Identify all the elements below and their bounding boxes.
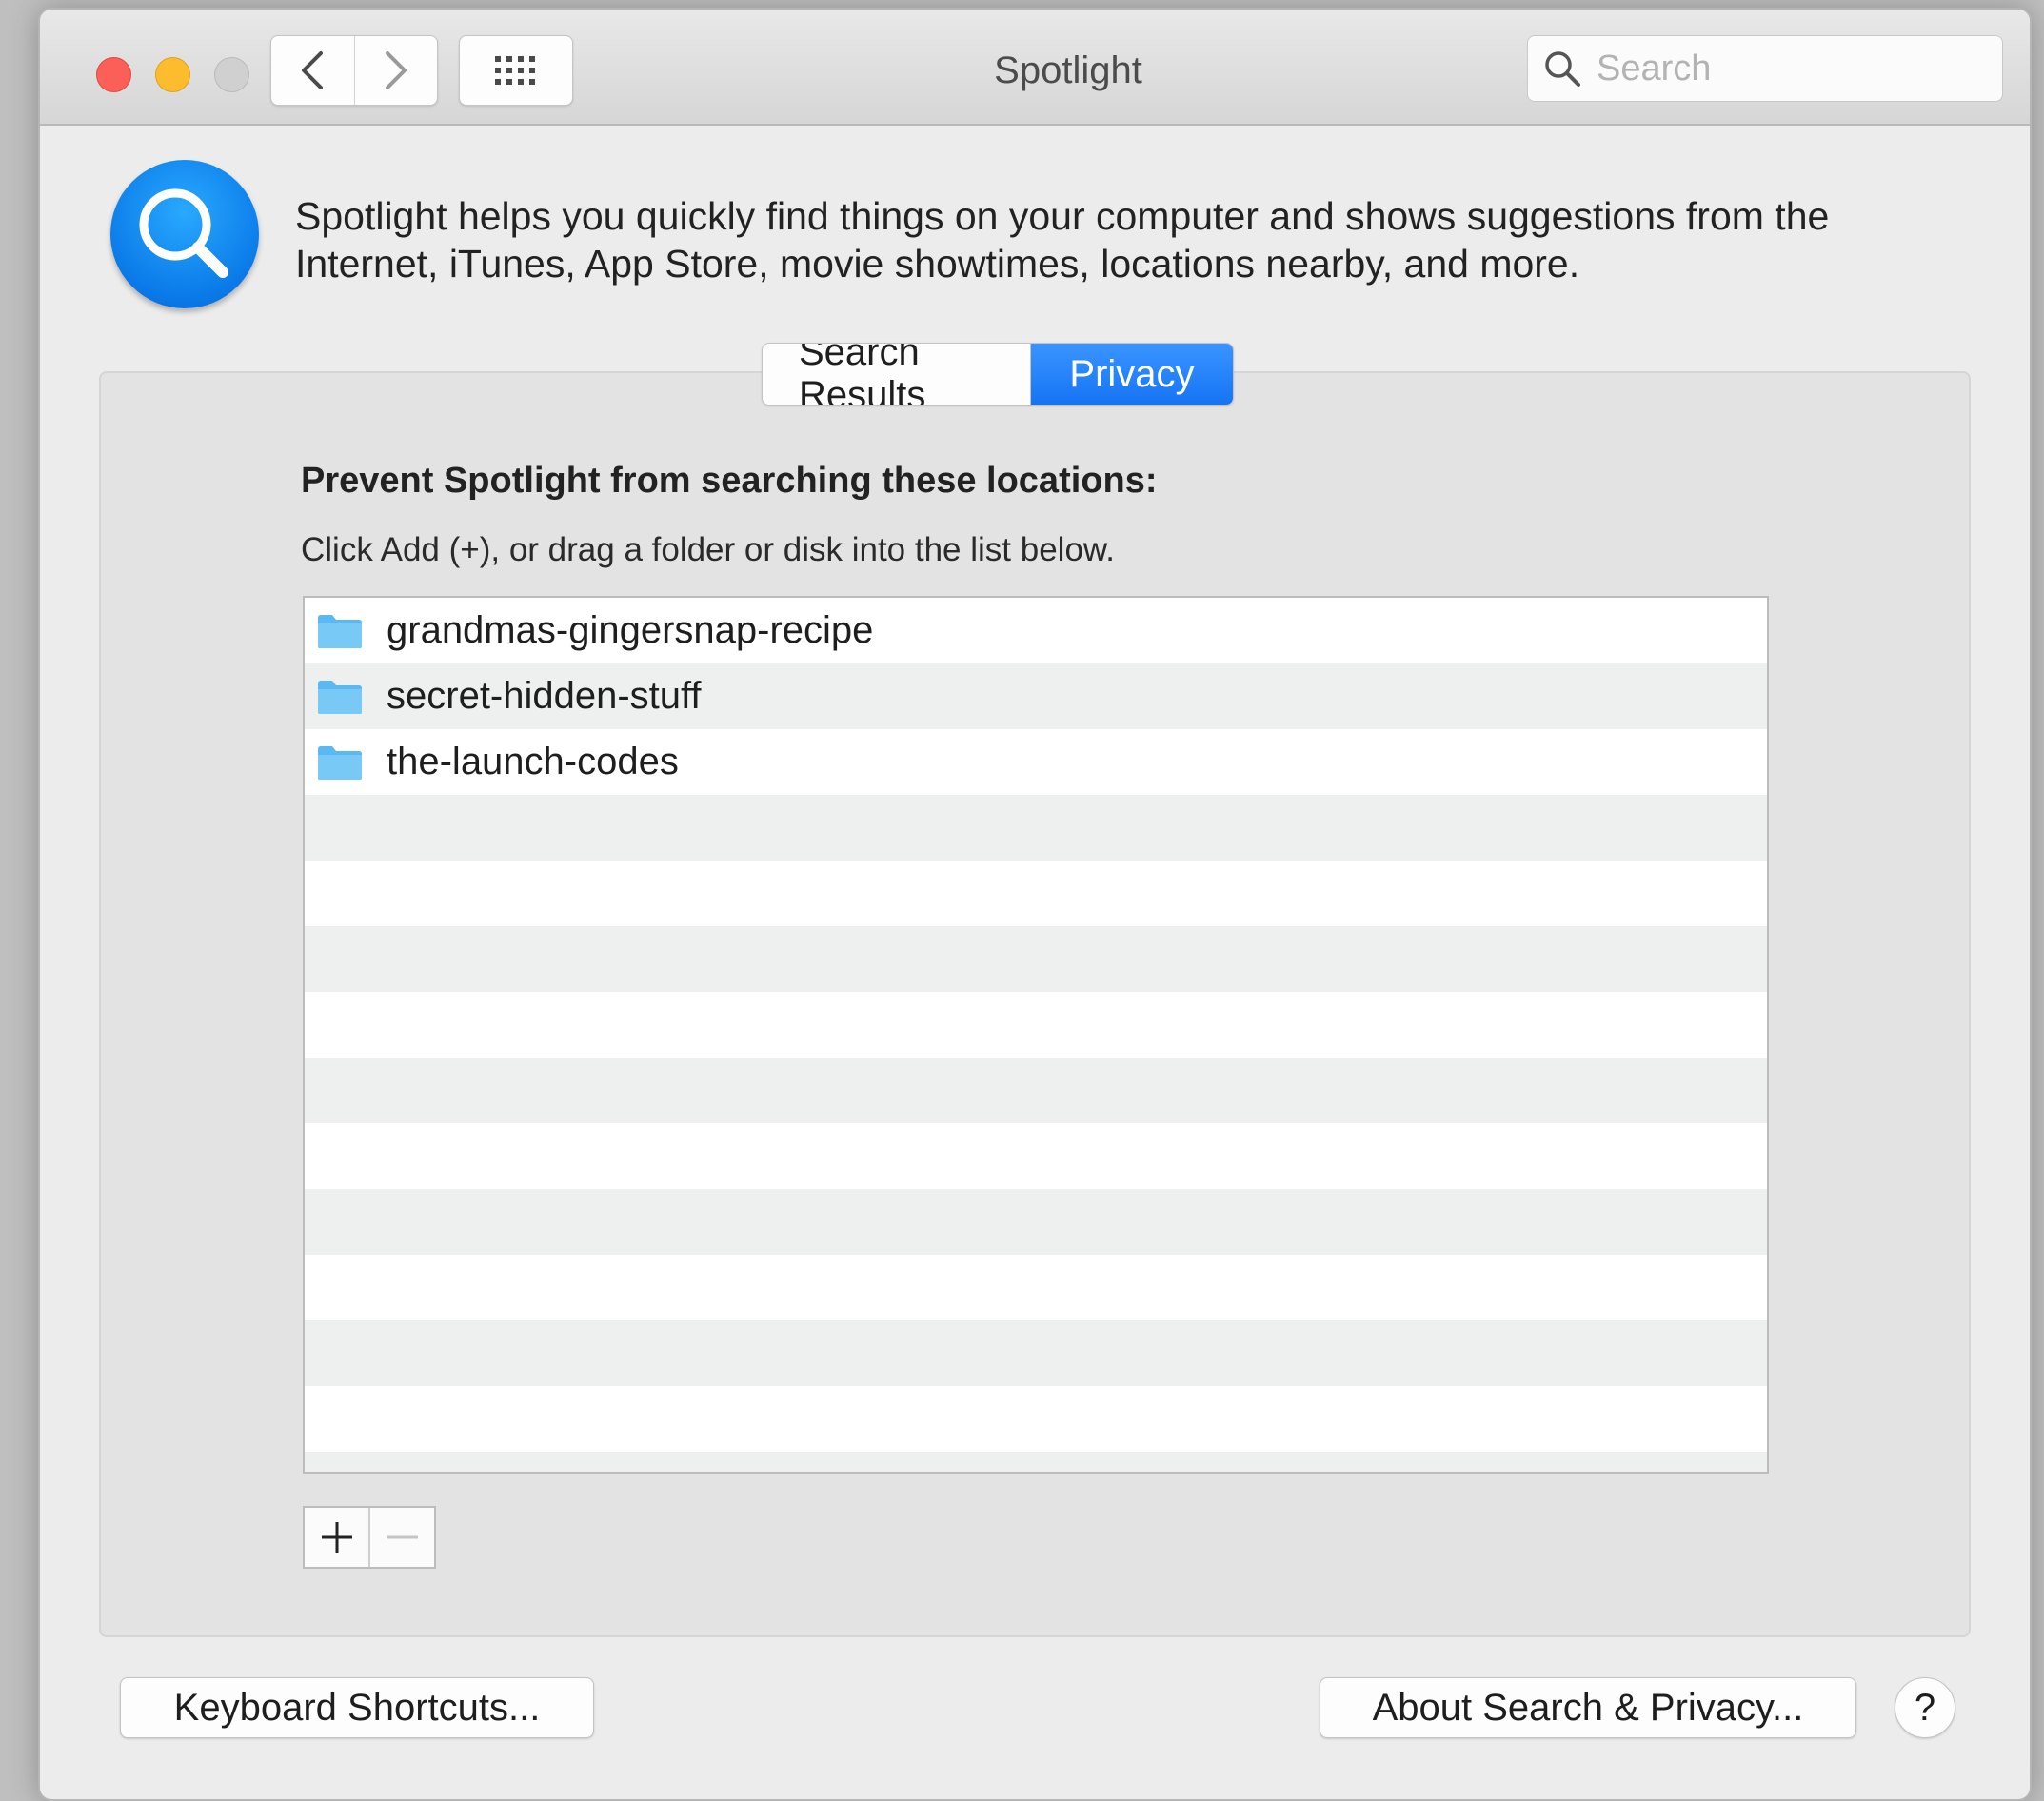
empty-row (305, 926, 1767, 992)
privacy-instructions: Click Add (+), or drag a folder or disk … (301, 531, 1115, 568)
forward-button[interactable] (353, 36, 438, 105)
tab-search-results[interactable]: Search Results (763, 344, 1031, 405)
keyboard-shortcuts-button[interactable]: Keyboard Shortcuts... (120, 1677, 594, 1738)
add-remove-control (303, 1506, 436, 1569)
title-bar: Spotlight (40, 10, 2030, 126)
location-name: grandmas-gingersnap-recipe (387, 609, 874, 651)
location-name: the-launch-codes (387, 741, 679, 782)
empty-row (305, 1452, 1767, 1472)
spotlight-description: Spotlight helps you quickly find things … (295, 194, 1830, 286)
empty-row (305, 1386, 1767, 1452)
tab-privacy[interactable]: Privacy (1031, 344, 1233, 405)
empty-row (305, 1058, 1767, 1123)
list-item[interactable]: secret-hidden-stuff (305, 663, 1767, 729)
help-button[interactable]: ? (1895, 1677, 1955, 1738)
minus-icon (387, 1535, 418, 1539)
show-all-button[interactable] (459, 35, 573, 106)
chevron-left-icon (302, 51, 324, 89)
search-field[interactable] (1527, 35, 2003, 102)
folder-icon (318, 745, 362, 780)
minimize-window-button[interactable] (155, 57, 190, 92)
excluded-locations-list[interactable]: grandmas-gingersnap-recipe secret-hidden… (303, 596, 1769, 1474)
empty-row (305, 992, 1767, 1058)
chevron-right-icon (385, 51, 407, 89)
about-search-privacy-button[interactable]: About Search & Privacy... (1320, 1677, 1856, 1738)
empty-row (305, 1320, 1767, 1386)
empty-row (305, 1255, 1767, 1320)
plus-icon (321, 1522, 352, 1553)
close-window-button[interactable] (96, 57, 131, 92)
window-title: Spotlight (994, 49, 1142, 91)
location-name: secret-hidden-stuff (387, 675, 702, 717)
list-item[interactable]: grandmas-gingersnap-recipe (305, 598, 1767, 663)
remove-location-button (368, 1508, 434, 1567)
tab-bar: Search Results Privacy (762, 343, 1234, 406)
search-icon (1545, 51, 1580, 87)
folder-icon (318, 680, 362, 714)
empty-row (305, 795, 1767, 861)
empty-row (305, 1189, 1767, 1255)
list-item[interactable]: the-launch-codes (305, 729, 1767, 795)
empty-row (305, 861, 1767, 926)
spotlight-app-icon (110, 160, 259, 308)
empty-row (305, 1123, 1767, 1189)
back-button[interactable] (271, 36, 354, 105)
zoom-window-button (214, 57, 249, 92)
magnifier-icon (139, 188, 228, 278)
privacy-heading: Prevent Spotlight from searching these l… (301, 461, 1158, 501)
search-input[interactable] (1595, 47, 1979, 90)
folder-icon (318, 614, 362, 648)
add-location-button[interactable] (305, 1508, 368, 1567)
navigation-button-group (270, 35, 438, 106)
grid-icon (495, 56, 535, 85)
preferences-window: Spotlight Spotlight helps you quickly fi… (38, 8, 2032, 1801)
